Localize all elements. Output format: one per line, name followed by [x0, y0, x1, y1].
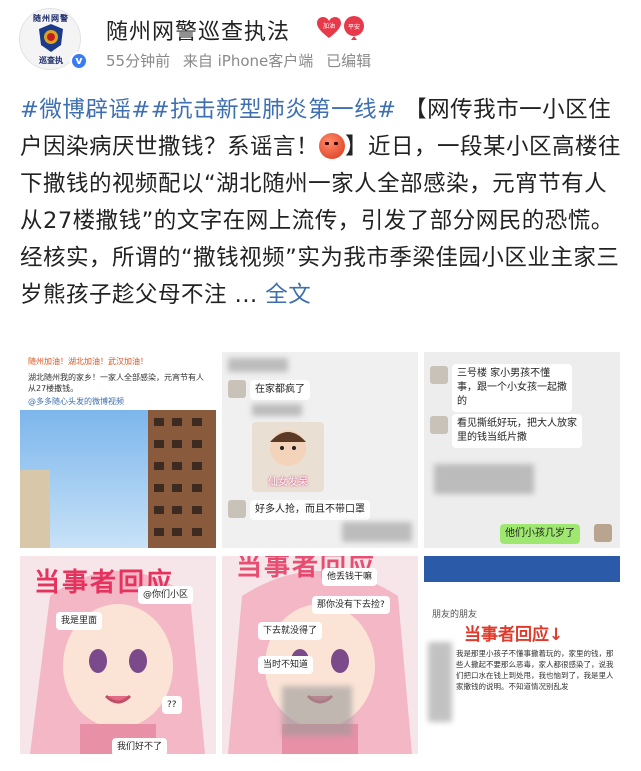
img1-building-photo: [20, 410, 216, 548]
img2-blur-1: [228, 358, 288, 372]
badge-1-text: 加油: [323, 22, 335, 30]
post-image-5[interactable]: 当事者回应 他丢钱干嘛 那你没有下去捡? 下去就没得了 当时不知道: [222, 556, 418, 754]
post-image-2[interactable]: 在家都疯了 仙女发呆 好多人抢，而且不带口罩: [222, 352, 418, 548]
img1-line-2: 湖北随州我的家乡！一家人全部感染，元宵节有人从27楼撒钱。: [28, 373, 204, 393]
post-time: 55分钟前: [106, 52, 171, 70]
post-image-1[interactable]: 随州加油！湖北加油！武汉加油！ 湖北随州我的家乡！一家人全部感染，元宵节有人从2…: [20, 352, 216, 548]
img5-msg-1: 他丢钱干嘛: [322, 568, 378, 586]
topic-tag-covid[interactable]: #抗击新型肺炎第一线#: [151, 97, 397, 123]
img1-line-3: @多多随心头发的微博视频: [28, 397, 124, 406]
username[interactable]: 随州网警巡查执法: [106, 14, 290, 46]
full-text-link[interactable]: 全文: [265, 282, 311, 308]
img3-avatar-3: [594, 524, 612, 542]
img2-avatar-2: [228, 500, 246, 518]
verified-icon: v: [70, 52, 88, 70]
post-meta: 55分钟前 来自 iPhone客户端 已编辑: [106, 50, 379, 71]
topic-tag-rumor[interactable]: #微博辟谣#: [20, 97, 151, 123]
post-ellipsis: ...: [227, 282, 266, 308]
img6-title: 当事者回应↓: [464, 625, 564, 645]
img5-msg-4: 当时不知道: [258, 656, 314, 674]
img4-msg-2: 我是里面: [56, 612, 103, 630]
post-header: 随州网警 巡查执 v 随州网警巡查执法 加油 平安 55分钟前 来自 iPhon…: [0, 0, 641, 88]
img6-top-bar: [424, 556, 620, 582]
img2-avatar-1: [228, 380, 246, 398]
img5-blur-1: [282, 686, 352, 736]
post-image-6[interactable]: 朋友的朋友 当事者回应↓ 我是那里小孩子不懂事撒着玩的，家里的钱，那些人撒起不要…: [424, 556, 620, 754]
angry-face-icon: [319, 133, 346, 159]
img3-msg-1: 三号楼 家小男孩不懂事，跟一个小女孩一起撒的: [452, 364, 572, 412]
img2-msg-1: 在家都疯了: [250, 380, 310, 400]
police-emblem-icon: [39, 24, 63, 52]
img5-msg-2: 那你没有下去捡?: [312, 596, 390, 614]
img5-msg-3: 下去就没得了: [258, 622, 323, 640]
img3-msg-3: 他们小孩几岁了: [500, 524, 580, 544]
post-source[interactable]: 来自 iPhone客户端: [183, 52, 313, 70]
img2-msg-3: 好多人抢，而且不带口罩: [250, 500, 370, 520]
heart-badge-icon: 加油: [317, 17, 341, 38]
img3-avatar-2: [430, 416, 448, 434]
post-body: #微博辟谣##抗击新型肺炎第一线# 【网传我市一小区住户因染病厌世撒钱？系谣言！…: [20, 92, 624, 314]
img2-blur-2: [252, 404, 302, 416]
img3-blur-1: [434, 464, 534, 494]
baby-face-icon: [270, 430, 306, 466]
img2-baby-photo: 仙女发呆: [252, 422, 324, 492]
post-edited: 已编辑: [326, 52, 372, 70]
img3-avatar-1: [430, 366, 448, 384]
img4-msg-1: @你们小区: [138, 586, 194, 604]
post-text-2: 】近日，一段某小区高楼往下撒钱的视频配以“湖北随州一家人全部感染，元宵节有人从2…: [20, 134, 622, 308]
img4-msg-4: 我们好不了: [112, 738, 168, 754]
img3-msg-2: 看见撕纸好玩，把大人放家里的钱当纸片撒: [452, 414, 582, 448]
badge-2-text: 平安: [348, 23, 360, 31]
img2-msg-2: 仙女发呆: [268, 477, 308, 488]
peace-badge-icon: 平安: [344, 16, 364, 40]
img1-line-1: 随州加油！湖北加油！武汉加油！: [28, 357, 148, 366]
img6-blur-1: [428, 642, 452, 722]
img4-msg-3: ??: [162, 696, 182, 714]
img2-blur-3: [342, 522, 412, 542]
post-image-3[interactable]: 三号楼 家小男孩不懂事，跟一个小女孩一起撒的 看见撕纸好玩，把大人放家里的钱当纸…: [424, 352, 620, 548]
img6-body: 我是那里小孩子不懂事撒着玩的，家里的钱，那些人撒起不要那么恶毒，家人都很感染了，…: [456, 649, 614, 691]
post-image-4[interactable]: 当事者回应 @你们小区 我是里面 ?? 我们好不了: [20, 556, 216, 754]
